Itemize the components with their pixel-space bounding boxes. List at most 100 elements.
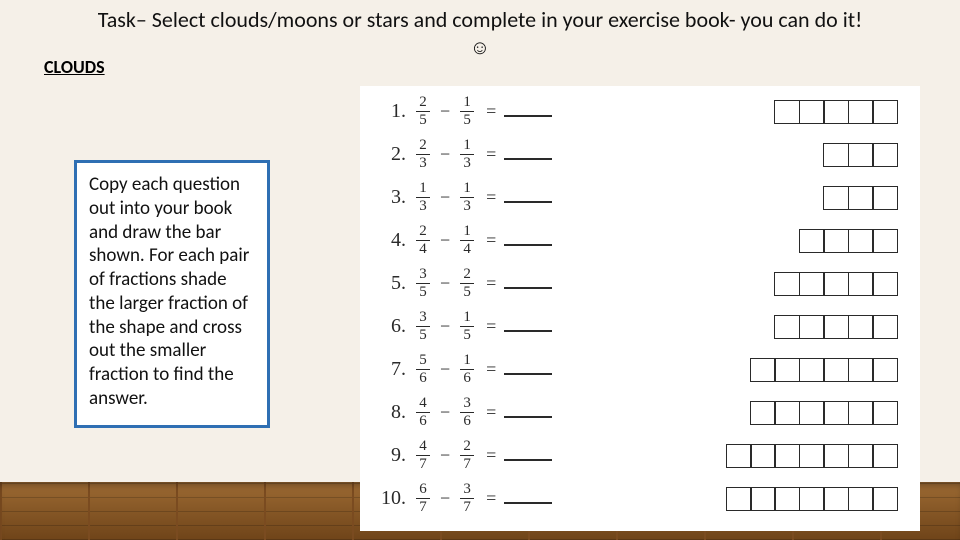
bar-model <box>823 186 898 210</box>
equation: 35−15= <box>412 310 612 343</box>
equals-sign: = <box>486 445 496 466</box>
fraction-numerator: 2 <box>463 439 471 454</box>
answer-blank <box>504 244 552 246</box>
fraction: 13 <box>460 181 474 214</box>
bar-cell <box>823 229 849 253</box>
fraction-denominator: 3 <box>463 156 471 171</box>
minus-operator: − <box>440 144 450 165</box>
fraction-denominator: 6 <box>463 371 471 386</box>
fraction-denominator: 3 <box>419 156 427 171</box>
bar-cell <box>799 315 825 339</box>
equation: 25−15= <box>412 95 612 128</box>
problem-number: 3. <box>378 186 412 209</box>
fraction: 13 <box>460 138 474 171</box>
section-label-clouds: CLOUDS <box>44 56 105 78</box>
worksheet-panel: 1.25−15=2.23−13=3.13−13=4.24−14=5.35−25=… <box>360 86 920 531</box>
bar-cell <box>872 272 898 296</box>
fraction-numerator: 1 <box>463 95 471 110</box>
fraction: 16 <box>460 353 474 386</box>
fraction: 37 <box>460 482 474 515</box>
equation: 13−13= <box>412 181 612 214</box>
problem-number: 9. <box>378 444 412 467</box>
fraction-denominator: 5 <box>463 328 471 343</box>
fraction-denominator: 5 <box>419 328 427 343</box>
bar-cell <box>848 444 874 468</box>
bar-cell <box>799 229 825 253</box>
bar-cell <box>774 401 800 425</box>
minus-operator: − <box>440 445 450 466</box>
bar-cell <box>848 229 874 253</box>
bar-cell <box>848 487 874 511</box>
fraction-numerator: 4 <box>419 396 427 411</box>
problem-number: 8. <box>378 401 412 424</box>
fraction-numerator: 3 <box>419 267 427 282</box>
bar-cell <box>872 401 898 425</box>
equation: 47−2 7 = <box>412 439 612 472</box>
fraction-denominator: 5 <box>463 113 471 128</box>
equals-sign: = <box>486 144 496 165</box>
fraction: 13 <box>416 181 430 214</box>
instruction-text: Copy each question out into your book an… <box>89 173 249 410</box>
bar-cell <box>799 401 825 425</box>
fraction: 47 <box>416 439 430 472</box>
fraction: 24 <box>416 224 430 257</box>
bar-cell <box>799 358 825 382</box>
bar-cell <box>750 444 776 468</box>
fraction-numerator: 2 <box>419 138 427 153</box>
fraction: 67 <box>416 482 430 515</box>
equals-sign: = <box>486 488 496 509</box>
fraction: 35 <box>416 310 430 343</box>
bar-cell <box>774 315 800 339</box>
problem-number: 6. <box>378 315 412 338</box>
fraction-numerator: 1 <box>463 310 471 325</box>
bar-cell <box>774 100 800 124</box>
fraction-numerator: 1 <box>463 181 471 196</box>
fraction-numerator: 1 <box>463 138 471 153</box>
fraction-numerator: 2 <box>419 224 427 239</box>
fraction: 25 <box>460 267 474 300</box>
fraction-denominator: 3 <box>419 199 427 214</box>
fraction: 23 <box>416 138 430 171</box>
problem-number: 5. <box>378 272 412 295</box>
fraction: 25 <box>416 95 430 128</box>
problem-row: 5.35−25= <box>378 262 906 305</box>
fraction-denominator: 7 <box>463 457 471 472</box>
fraction-denominator: 6 <box>419 371 427 386</box>
answer-blank <box>504 158 552 160</box>
bar-cell <box>774 444 800 468</box>
fraction: 36 <box>460 396 474 429</box>
bar-cell <box>872 315 898 339</box>
fraction-denominator: 4 <box>419 242 427 257</box>
task-title: Task– Select clouds/moons or stars and c… <box>0 6 960 61</box>
bar-cell <box>872 229 898 253</box>
bar-cell <box>823 358 849 382</box>
equals-sign: = <box>486 230 496 251</box>
fraction-numerator: 2 <box>419 95 427 110</box>
fraction: 46 <box>416 396 430 429</box>
equation: 35−25= <box>412 267 612 300</box>
fraction-numerator: 6 <box>419 482 427 497</box>
bar-cell <box>750 401 776 425</box>
bar-cell <box>823 100 849 124</box>
fraction-denominator: 7 <box>419 500 427 515</box>
bar-model <box>823 143 898 167</box>
bar-cell <box>750 487 776 511</box>
problem-row: 3.13−13= <box>378 176 906 219</box>
fraction-denominator: 6 <box>463 414 471 429</box>
bar-model <box>774 315 898 339</box>
equation: 56−16= <box>412 353 612 386</box>
bar-model <box>750 358 898 382</box>
problem-row: 1.25−15= <box>378 90 906 133</box>
bar-cell <box>872 444 898 468</box>
bar-cell <box>872 143 898 167</box>
fraction: 15 <box>460 310 474 343</box>
fraction-numerator: 4 <box>419 439 427 454</box>
bar-model <box>726 487 898 511</box>
bar-cell <box>848 143 874 167</box>
problem-row: 6.35−15= <box>378 305 906 348</box>
fraction: 15 <box>460 95 474 128</box>
minus-operator: − <box>440 359 450 380</box>
bar-model <box>774 100 898 124</box>
equation: 24−14= <box>412 224 612 257</box>
fraction-numerator: 2 <box>463 267 471 282</box>
